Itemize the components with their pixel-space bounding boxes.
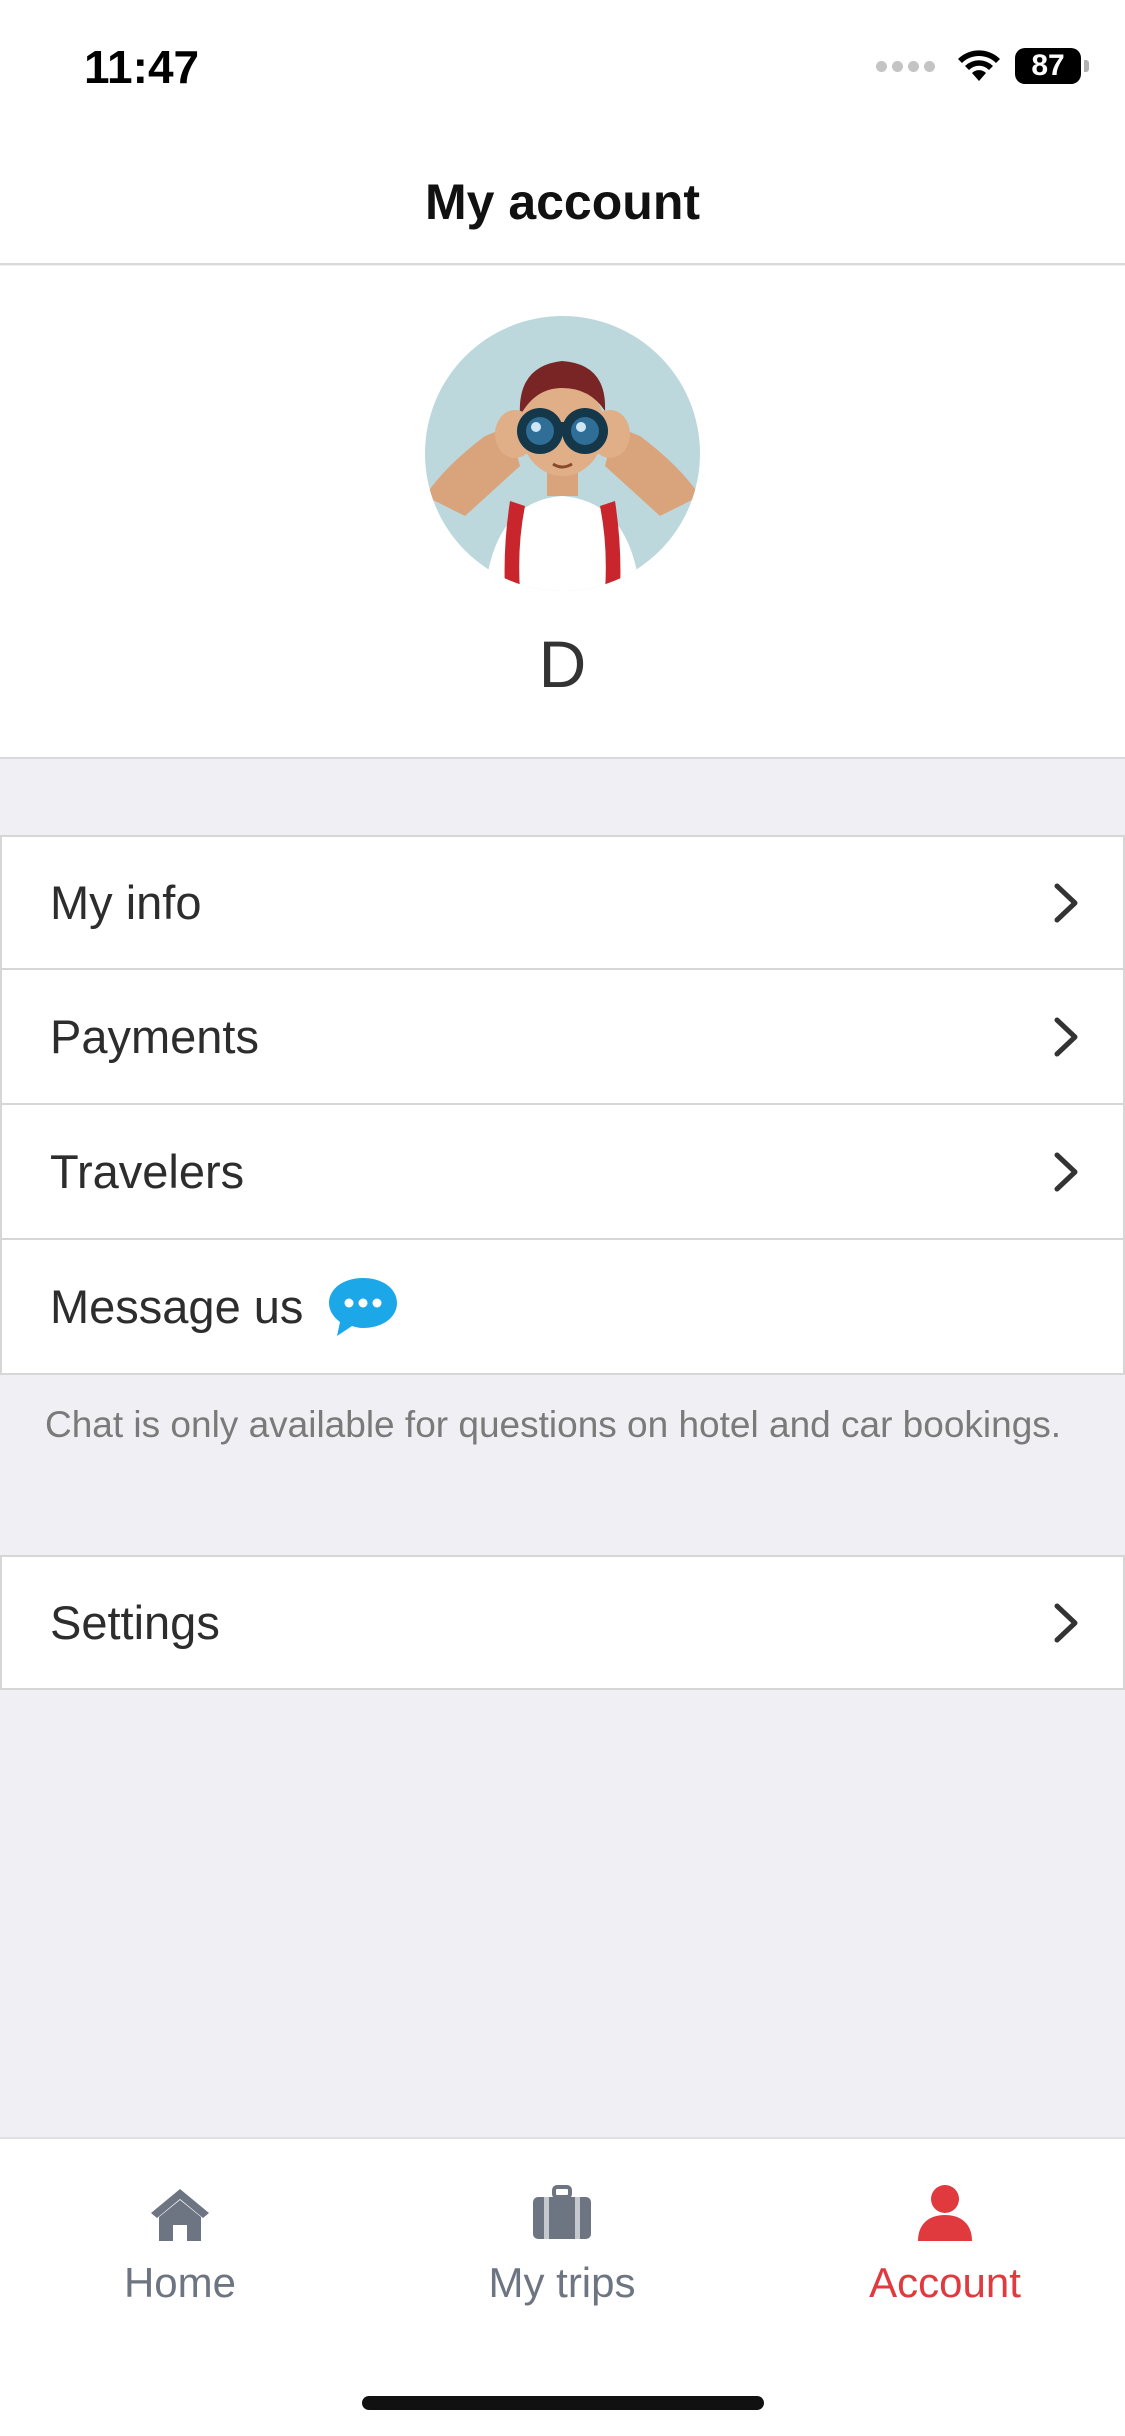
menu-item-label: Travelers	[50, 1145, 245, 1198]
status-bar: 11:47 87	[0, 0, 1125, 140]
menu-item-settings[interactable]: Settings	[0, 1555, 1125, 1690]
menu-item-label: Settings	[50, 1596, 220, 1649]
chevron-right-icon	[1054, 1603, 1078, 1642]
nav-header: My account	[0, 140, 1125, 265]
menu-item-message-us[interactable]: Message us	[0, 1240, 1125, 1375]
menu-item-label: Payments	[50, 1010, 259, 1063]
status-time: 11:47	[84, 41, 200, 93]
chevron-right-icon	[1054, 883, 1078, 922]
avatar[interactable]	[425, 316, 700, 591]
menu-item-label: My info	[50, 876, 202, 929]
profile-initial: D	[538, 627, 587, 701]
tab-label: Account	[869, 2259, 1021, 2306]
tab-home[interactable]: Home	[50, 2179, 310, 2307]
tab-label: Home	[123, 2259, 237, 2306]
wifi-icon	[958, 50, 1000, 81]
home-indicator	[362, 2396, 764, 2410]
page-title: My account	[424, 173, 701, 230]
account-menu: My info Payments Travelers Message us	[0, 835, 1125, 1375]
tab-label: My trips	[488, 2259, 636, 2306]
chat-availability-note: Chat is only available for questions on …	[45, 1404, 1062, 1445]
menu-item-my-info[interactable]: My info	[0, 835, 1125, 970]
status-indicators: 87	[876, 48, 1089, 84]
chevron-right-icon	[1054, 1152, 1078, 1191]
menu-item-label: Message us	[50, 1280, 304, 1333]
chevron-right-icon	[1054, 1017, 1078, 1056]
home-icon	[151, 2189, 209, 2241]
menu-item-travelers[interactable]: Travelers	[0, 1105, 1125, 1240]
chat-bubble-icon	[329, 1277, 398, 1336]
cellular-signal-icon	[876, 60, 935, 72]
menu-item-payments[interactable]: Payments	[0, 970, 1125, 1105]
person-icon	[918, 2185, 972, 2241]
settings-menu: Settings	[0, 1555, 1125, 1690]
tab-account[interactable]: Account	[815, 2179, 1075, 2307]
suitcase-icon	[533, 2185, 591, 2239]
tab-my-trips[interactable]: My trips	[432, 2179, 692, 2307]
battery-icon: 87	[1015, 48, 1089, 84]
tab-bar: Home My trips Account	[0, 2137, 1125, 2436]
profile-section: D	[0, 266, 1125, 759]
